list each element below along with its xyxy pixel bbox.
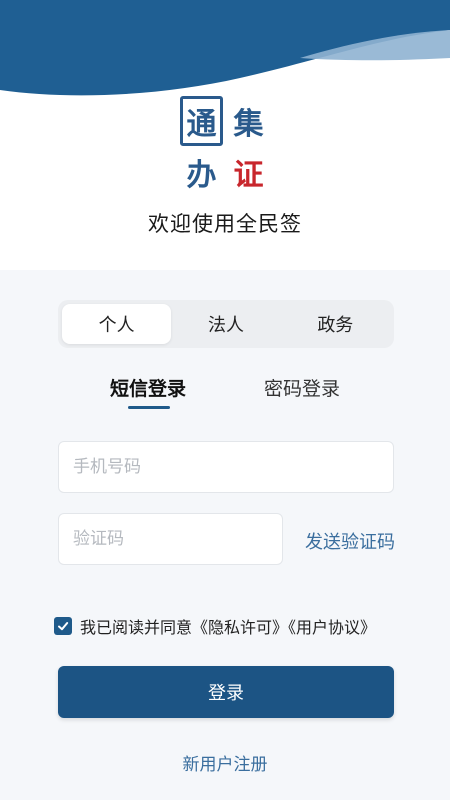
login-button[interactable]: 登录	[58, 666, 394, 718]
tab-password-login[interactable]: 密码登录	[264, 374, 340, 401]
user-type-selector: 个人 法人 政务	[58, 300, 394, 348]
hero-header: 通 集 办 证 欢迎使用全民签	[0, 0, 450, 270]
welcome-title: 欢迎使用全民签	[148, 212, 302, 236]
send-code-button[interactable]: 发送验证码	[305, 528, 395, 554]
login-method-tabs: 短信登录 密码登录	[58, 374, 394, 414]
register-link[interactable]: 新用户注册	[0, 750, 450, 775]
header-wave-decoration	[0, 0, 450, 96]
user-type-personal[interactable]: 个人	[62, 304, 172, 344]
privacy-policy-link[interactable]: 《隐私许可》	[192, 618, 288, 637]
agreement-text: 我已阅读并同意《隐私许可》《用户协议》	[80, 614, 376, 638]
user-type-government[interactable]: 政务	[281, 304, 390, 344]
verification-code-input[interactable]	[58, 513, 283, 565]
logo-char: 通	[180, 96, 223, 146]
logo-char: 办	[186, 158, 217, 193]
phone-input[interactable]	[58, 441, 394, 493]
check-icon	[58, 622, 69, 631]
active-tab-indicator	[128, 406, 170, 409]
tab-sms-login[interactable]: 短信登录	[110, 374, 186, 401]
agreement-row: 我已阅读并同意《隐私许可》《用户协议》	[54, 614, 376, 638]
app-logo: 通 集 办 证	[180, 96, 270, 193]
user-type-legal-entity[interactable]: 法人	[171, 304, 280, 344]
agreement-prefix: 我已阅读并同意	[80, 618, 193, 637]
logo-char: 集	[233, 107, 264, 142]
logo-char: 证	[233, 158, 264, 193]
agreement-checkbox[interactable]	[54, 617, 72, 635]
user-agreement-link[interactable]: 《用户协议》	[288, 618, 376, 637]
